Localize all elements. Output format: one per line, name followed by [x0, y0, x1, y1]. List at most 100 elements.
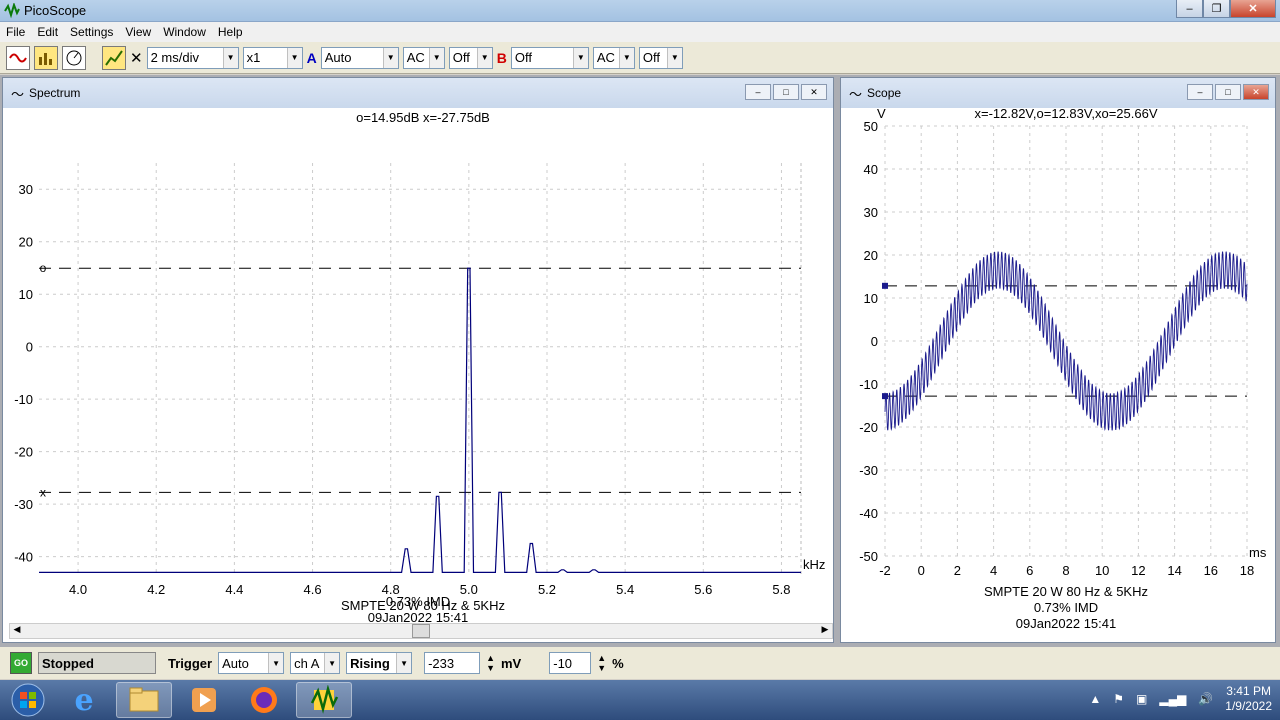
scope-x-ticks: -2 0 2 4 6 8 10 12 14 16 18 — [879, 563, 1254, 578]
spectrum-bars-icon — [39, 52, 52, 65]
channel-b-label: B — [496, 49, 507, 66]
y-tick-label: 0 — [26, 340, 33, 355]
scope-trace — [884, 251, 1248, 432]
pretrigger-input[interactable]: -10 — [549, 652, 592, 674]
taskbar-clock[interactable]: 3:41 PM 1/9/2022 — [1225, 684, 1272, 714]
trigger-channel-value: ch A — [294, 655, 320, 671]
channel-a-coupling-select[interactable]: AC ▼ — [402, 46, 445, 69]
menu-settings[interactable]: Settings — [64, 25, 119, 39]
device-icon[interactable]: ▣ — [1136, 692, 1147, 706]
taskbar-file-explorer[interactable] — [116, 682, 172, 718]
scope-y-unit: V — [877, 108, 886, 121]
scope-close-button[interactable]: ✕ — [1243, 84, 1269, 100]
start-button[interactable] — [4, 682, 52, 718]
spectrum-close-button[interactable]: ✕ — [801, 84, 827, 100]
spectrum-y-ticks: 30 20 10 0 -10 -20 -30 -40 — [14, 182, 33, 564]
channel-a-filter-select[interactable]: Off ▼ — [448, 46, 493, 69]
channel-b-coupling-select[interactable]: AC ▼ — [592, 46, 635, 69]
trigger-level-value: -233 — [428, 655, 455, 671]
scope-window: 〜 Scope – □ ✕ V x=-12.82V,o=12.83V,xo=25… — [840, 77, 1276, 643]
menu-view[interactable]: View — [119, 25, 157, 39]
y-tick-label: 10 — [19, 287, 33, 302]
chevron-down-icon: ▼ — [666, 47, 682, 68]
taskbar-picoscope[interactable] — [296, 682, 352, 718]
x-tick-label: 0 — [918, 563, 925, 578]
y-tick-label: 20 — [19, 235, 33, 250]
cursor-x-handle[interactable] — [882, 393, 888, 400]
media-player-icon — [192, 688, 216, 712]
scope-plot[interactable]: V x=-12.82V,o=12.83V,xo=25.66V 504030201… — [841, 108, 1275, 638]
scope-maximize-button[interactable]: □ — [1215, 84, 1241, 100]
minimize-button[interactable]: – — [1176, 0, 1203, 18]
trigger-channel-select[interactable]: ch A ▼ — [290, 652, 341, 674]
timebase-select[interactable]: 2 ms/div ▼ — [146, 46, 239, 69]
run-state-indicator: Stopped — [38, 652, 156, 674]
menu-window[interactable]: Window — [157, 25, 212, 39]
chevron-down-icon: ▼ — [268, 653, 284, 673]
chevron-down-icon: ▼ — [222, 47, 238, 68]
y-tick-label: 10 — [864, 291, 878, 306]
channel-a-label: A — [306, 49, 317, 66]
y-tick-label: -40 — [14, 550, 33, 565]
cursor-o-marker[interactable]: o — [40, 261, 47, 275]
show-hidden-icons-icon[interactable]: ▲ — [1089, 692, 1101, 706]
trigger-label: Trigger — [168, 655, 213, 671]
menu-file[interactable]: File — [0, 25, 31, 39]
meter-mode-button[interactable] — [62, 45, 86, 70]
scrollbar-thumb[interactable] — [412, 624, 430, 638]
spectrum-plot[interactable]: o=14.95dB x=-27.75dB 30 20 10 0 -10 -20 -30 -40… — [3, 108, 833, 614]
pretrigger-value: -10 — [553, 655, 573, 671]
trigger-edge-select[interactable]: Rising ▼ — [346, 652, 413, 674]
y-tick-label: -50 — [859, 549, 878, 564]
channel-a-range-select[interactable]: Auto ▼ — [320, 46, 399, 69]
y-tick-label: 30 — [864, 205, 878, 220]
multiplier-select[interactable]: x1 ▼ — [242, 46, 303, 69]
trigger-level-input[interactable]: -233 — [424, 652, 481, 674]
scope-minimize-button[interactable]: – — [1187, 84, 1213, 100]
trigger-level-spinner[interactable]: ▲ ▼ — [486, 653, 495, 673]
cursor-x-marker[interactable]: x — [40, 485, 46, 499]
trace-style-button[interactable] — [102, 45, 126, 70]
spectrum-caption-line-2: 0.73% IMD — [385, 594, 451, 609]
y-tick-label: -30 — [859, 463, 878, 478]
firefox-icon — [251, 687, 277, 713]
spectrum-mode-button[interactable] — [34, 45, 58, 70]
spectrum-trace — [39, 267, 801, 573]
volume-icon[interactable]: 🔊 — [1198, 692, 1213, 706]
scope-mode-button[interactable] — [6, 45, 30, 70]
spectrum-maximize-button[interactable]: □ — [773, 84, 799, 100]
taskbar-firefox[interactable] — [236, 682, 292, 718]
internet-explorer-icon: e — [74, 682, 94, 718]
channel-b-range-select[interactable]: Off ▼ — [510, 46, 589, 69]
y-tick-label: -10 — [859, 377, 878, 392]
windows-logo-icon — [11, 683, 45, 717]
trigger-mode-select[interactable]: Auto ▼ — [218, 652, 285, 674]
chevron-down-icon: ▼ — [396, 653, 412, 673]
menu-help[interactable]: Help — [212, 25, 249, 39]
menu-edit[interactable]: Edit — [31, 25, 64, 39]
network-signal-icon[interactable]: ▂▄▆ — [1159, 692, 1186, 706]
action-center-flag-icon[interactable]: ⚑ — [1113, 692, 1124, 706]
x-tick-label: 16 — [1204, 563, 1218, 578]
x-tick-label: 10 — [1095, 563, 1109, 578]
spectrum-window-icon: 〜 — [11, 86, 25, 102]
channel-b-range-value: Off — [514, 50, 532, 65]
restore-button[interactable]: ❐ — [1203, 0, 1230, 18]
x-tick-label: 18 — [1240, 563, 1254, 578]
scroll-right-icon[interactable]: ▶ — [818, 624, 832, 638]
spectrum-minimize-button[interactable]: – — [745, 84, 771, 100]
channel-a-coupling-value: AC — [406, 50, 425, 65]
pretrigger-spinner[interactable]: ▲ ▼ — [597, 653, 606, 673]
spectrum-horizontal-scrollbar[interactable]: ◀ ▶ — [9, 623, 833, 639]
scope-wave-icon — [9, 53, 27, 62]
scroll-left-icon[interactable]: ◀ — [10, 624, 24, 638]
go-button[interactable]: GO — [10, 652, 32, 674]
chevron-down-icon: ▼ — [618, 47, 634, 68]
x-tick-label: 6 — [1026, 563, 1033, 578]
close-button[interactable]: ✕ — [1230, 0, 1276, 18]
taskbar-internet-explorer[interactable]: e — [56, 682, 112, 718]
cursor-o-handle[interactable] — [882, 282, 888, 289]
channel-b-filter-select[interactable]: Off ▼ — [638, 46, 683, 69]
x-tick-label: 2 — [954, 563, 961, 578]
taskbar-media-player[interactable] — [176, 682, 232, 718]
